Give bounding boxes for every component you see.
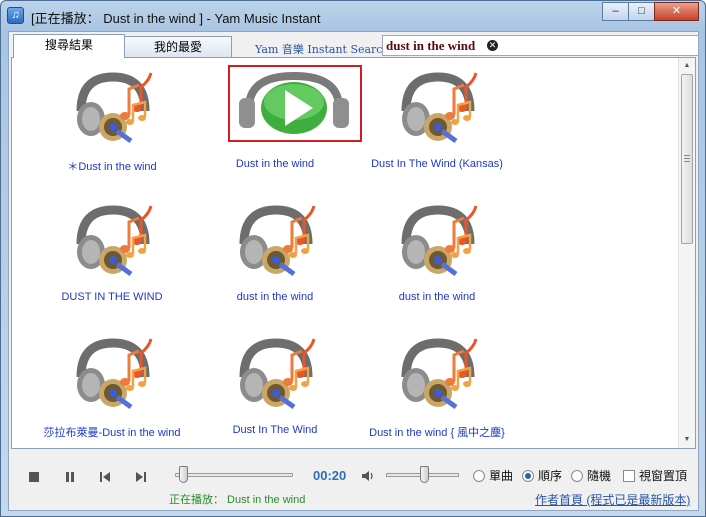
pause-button[interactable] xyxy=(62,469,78,485)
mode-random-radio[interactable] xyxy=(571,470,583,482)
title-bar[interactable]: ♫ [正在播放： Dust in the wind ] - Yam Music … xyxy=(1,1,705,31)
stop-button[interactable] xyxy=(26,469,42,485)
app-icon[interactable]: ♫ xyxy=(7,7,24,24)
tab-favorites[interactable]: 我的最愛 xyxy=(124,36,232,58)
result-item[interactable]: DUST IN THE WIND xyxy=(32,194,192,314)
window-controls: – □ ✕ xyxy=(602,2,699,21)
results-grid: ＊Dust in the wind Dust in the wind Dust … xyxy=(12,58,672,448)
mode-single[interactable]: 單曲 xyxy=(473,467,513,484)
always-on-top[interactable]: 視窗置頂 xyxy=(623,467,687,484)
mode-sequential-label: 順序 xyxy=(538,469,563,483)
volume-slider[interactable] xyxy=(386,466,459,483)
clear-search-icon[interactable]: ✕ xyxy=(487,40,498,51)
search-input[interactable] xyxy=(386,37,656,55)
result-item[interactable]: dust in the wind xyxy=(195,194,355,314)
always-on-top-checkbox[interactable] xyxy=(623,470,635,482)
result-title[interactable]: dust in the wind xyxy=(357,291,517,303)
mode-sequential[interactable]: 順序 xyxy=(522,467,562,484)
music-headphones-icon[interactable] xyxy=(394,200,482,280)
maximize-button[interactable]: □ xyxy=(628,2,655,21)
results-panel: ＊Dust in the wind Dust in the wind Dust … xyxy=(11,57,696,449)
seek-slider[interactable] xyxy=(175,466,293,483)
search-label: Yam 音樂 Instant Search： xyxy=(255,43,401,56)
result-item[interactable]: dust in the wind xyxy=(357,194,517,314)
volume-handle[interactable] xyxy=(419,466,429,483)
result-title[interactable]: Dust in the wind { 風中之塵} xyxy=(357,424,517,440)
music-headphones-icon[interactable] xyxy=(232,333,320,413)
now-playing-text: 正在播放： Dust in the wind xyxy=(169,494,306,506)
client-area: 搜尋結果 我的最愛 Yam 音樂 Instant Search： ✕ ＊Dust… xyxy=(8,31,699,511)
result-title[interactable]: Dust in the wind xyxy=(195,158,355,170)
mode-sequential-radio[interactable] xyxy=(522,470,534,482)
result-title[interactable]: ＊Dust in the wind xyxy=(32,158,192,174)
author-homepage-link[interactable]: 作者首頁 (程式已是最新版本) xyxy=(535,491,690,508)
result-title[interactable]: DUST IN THE WIND xyxy=(32,291,192,303)
minimize-button[interactable]: – xyxy=(602,2,629,21)
music-headphones-icon[interactable] xyxy=(69,200,157,280)
pause-icon xyxy=(66,472,74,482)
result-item[interactable]: ＊Dust in the wind xyxy=(32,61,192,181)
result-item[interactable]: Dust in the wind { 風中之塵} xyxy=(357,327,517,447)
player-controls: 00:20 單曲 順序 隨機 視窗置頂 正在播放： Dust in the wi… xyxy=(9,456,698,510)
next-button[interactable] xyxy=(133,469,149,485)
music-headphones-icon[interactable] xyxy=(69,67,157,147)
seek-handle[interactable] xyxy=(179,466,189,483)
result-item[interactable]: Dust in the wind xyxy=(195,61,362,181)
music-headphones-icon[interactable] xyxy=(394,333,482,413)
result-title[interactable]: Dust In The Wind (Kansas) xyxy=(357,158,517,170)
result-title[interactable]: Dust In The Wind xyxy=(195,424,355,436)
search-box: ✕ xyxy=(382,35,699,56)
next-icon xyxy=(136,472,146,482)
previous-icon xyxy=(100,472,110,482)
close-button[interactable]: ✕ xyxy=(654,2,699,21)
always-on-top-label: 視窗置頂 xyxy=(639,469,688,483)
window-title: [正在播放： Dust in the wind ] - Yam Music In… xyxy=(31,11,321,26)
result-item[interactable]: 莎拉布萊曼-Dust in the wind xyxy=(32,327,192,447)
result-title[interactable]: dust in the wind xyxy=(195,291,355,303)
elapsed-time: 00:20 xyxy=(313,468,347,483)
play-headphones-icon[interactable] xyxy=(231,68,359,140)
mode-random[interactable]: 隨機 xyxy=(571,467,611,484)
music-headphones-icon[interactable] xyxy=(69,333,157,413)
scroll-thumb[interactable] xyxy=(681,74,693,244)
grip-icon xyxy=(684,155,690,162)
volume-icon[interactable] xyxy=(361,469,377,483)
tab-search-results[interactable]: 搜尋結果 xyxy=(13,34,125,58)
mode-single-label: 單曲 xyxy=(489,469,514,483)
mode-single-radio[interactable] xyxy=(473,470,485,482)
scroll-down-icon[interactable]: ▼ xyxy=(679,432,695,448)
music-headphones-icon[interactable] xyxy=(232,200,320,280)
result-item[interactable]: Dust In The Wind xyxy=(195,327,355,447)
app-window: ♫ [正在播放： Dust in the wind ] - Yam Music … xyxy=(0,0,706,517)
vertical-scrollbar[interactable]: ▲ ▼ xyxy=(678,58,695,448)
scroll-up-icon[interactable]: ▲ xyxy=(679,58,695,74)
result-item[interactable]: Dust In The Wind (Kansas) xyxy=(357,61,517,181)
stop-icon xyxy=(29,472,39,482)
music-headphones-icon[interactable] xyxy=(394,67,482,147)
result-title[interactable]: 莎拉布萊曼-Dust in the wind xyxy=(32,424,192,440)
previous-button[interactable] xyxy=(97,469,113,485)
mode-random-label: 隨機 xyxy=(587,469,612,483)
